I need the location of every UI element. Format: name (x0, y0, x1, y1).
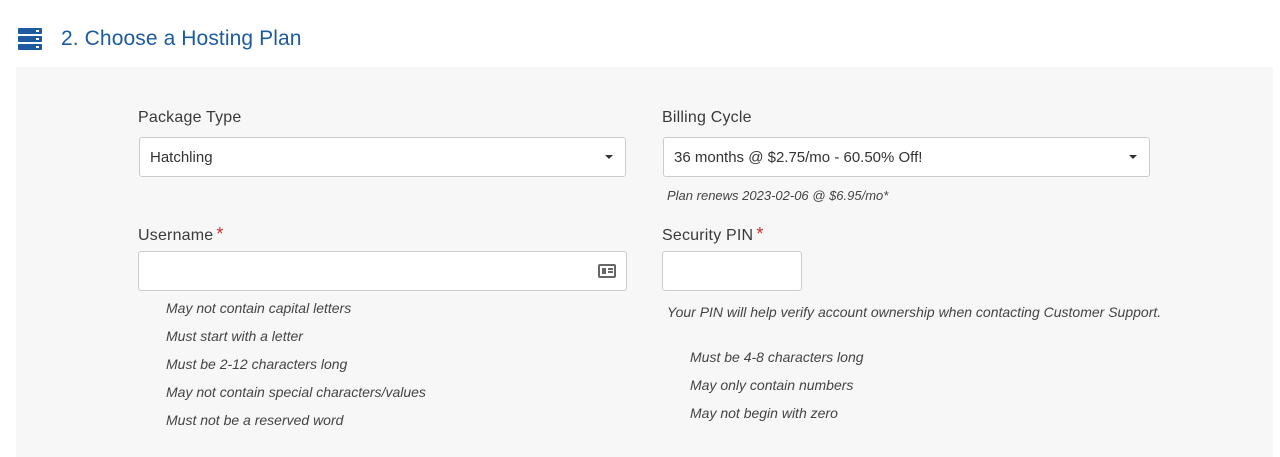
package-type-select[interactable]: Hatchling (139, 137, 626, 177)
required-marker: * (216, 224, 224, 244)
pin-rule: May not begin with zero (690, 405, 838, 421)
caret-down-icon (1129, 155, 1137, 159)
username-rule: May not contain special characters/value… (166, 384, 426, 400)
pin-rule: May only contain numbers (690, 377, 854, 393)
required-marker: * (756, 224, 764, 244)
username-label: Username * (138, 224, 224, 245)
pin-help-note: Your PIN will help verify account owners… (667, 304, 1162, 320)
security-pin-label-text: Security PIN (662, 227, 754, 244)
package-type-value: Hatchling (150, 148, 213, 166)
billing-cycle-select[interactable]: 36 months @ $2.75/mo - 60.50% Off! (663, 137, 1150, 177)
security-pin-label: Security PIN * (662, 224, 764, 245)
username-rule: Must not be a reserved word (166, 412, 344, 428)
username-rule: May not contain capital letters (166, 300, 352, 316)
billing-cycle-label: Billing Cycle (662, 109, 752, 126)
package-type-label: Package Type (138, 109, 242, 126)
security-pin-input[interactable] (662, 251, 802, 291)
plan-renew-note: Plan renews 2023-02-06 @ $6.95/mo* (667, 188, 889, 203)
section-title: 2. Choose a Hosting Plan (61, 27, 302, 50)
caret-down-icon (605, 155, 613, 159)
username-rule: Must start with a letter (166, 328, 303, 344)
username-rule: Must be 2-12 characters long (166, 356, 348, 372)
username-label-text: Username (138, 227, 214, 244)
server-icon (18, 28, 42, 50)
pin-rule: Must be 4-8 characters long (690, 349, 864, 365)
contact-card-icon (598, 264, 616, 278)
username-input[interactable] (138, 251, 627, 291)
billing-cycle-value: 36 months @ $2.75/mo - 60.50% Off! (674, 148, 923, 166)
section-header: 2. Choose a Hosting Plan (18, 24, 302, 54)
